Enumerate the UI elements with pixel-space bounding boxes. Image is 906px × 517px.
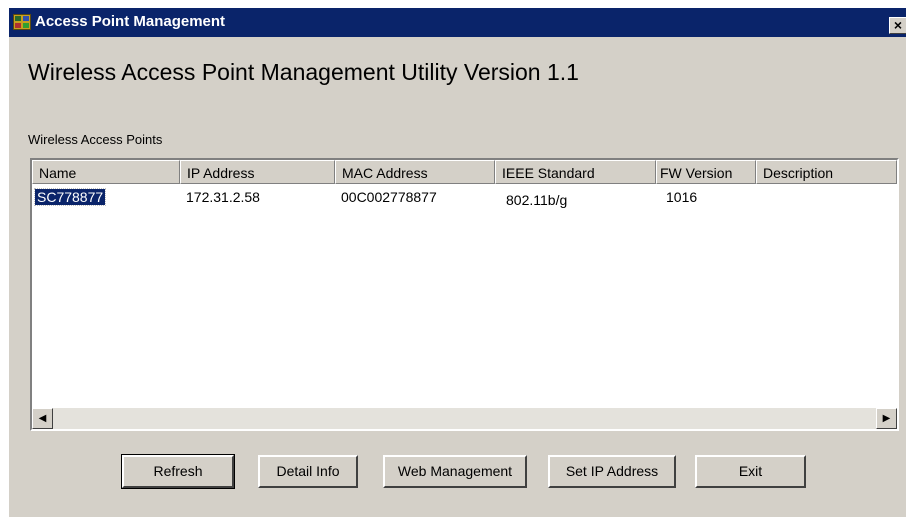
app-icon <box>13 14 31 30</box>
cell-mac-address: 00C002778877 <box>341 189 437 205</box>
table-row[interactable]: SC778877 172.31.2.58 00C002778877 802.11… <box>32 186 897 208</box>
exit-button[interactable]: Exit <box>695 455 806 488</box>
scroll-left-button[interactable]: ◀ <box>32 408 53 429</box>
app-window: Access Point Management × Wireless Acces… <box>8 7 906 517</box>
scroll-right-button[interactable]: ▶ <box>876 408 897 429</box>
close-button[interactable]: × <box>889 17 906 34</box>
detail-info-button[interactable]: Detail Info <box>258 455 358 488</box>
column-header-description[interactable]: Description <box>756 160 897 184</box>
cell-name[interactable]: SC778877 <box>33 188 107 206</box>
column-header-ip-address[interactable]: IP Address <box>180 160 335 184</box>
horizontal-scrollbar[interactable]: ◀ ▶ <box>32 408 897 429</box>
access-point-list[interactable]: Name IP Address MAC Address IEEE Standar… <box>30 158 899 431</box>
title-bar[interactable]: Access Point Management × <box>9 8 906 37</box>
web-management-button[interactable]: Web Management <box>383 455 527 488</box>
cell-ip-address: 172.31.2.58 <box>186 189 260 205</box>
page-heading: Wireless Access Point Management Utility… <box>28 59 579 85</box>
arrow-left-icon: ◀ <box>38 413 47 424</box>
column-header-name[interactable]: Name <box>32 160 180 184</box>
column-header-fw-version[interactable]: FW Version <box>656 160 756 184</box>
set-ip-address-button[interactable]: Set IP Address <box>548 455 676 488</box>
refresh-button[interactable]: Refresh <box>121 454 235 489</box>
close-icon: × <box>893 17 903 33</box>
cell-ieee-standard: 802.11b/g <box>506 192 568 208</box>
column-header-ieee-standard[interactable]: IEEE Standard <box>495 160 656 184</box>
window-title: Access Point Management <box>35 13 226 30</box>
arrow-right-icon: ▶ <box>882 413 891 424</box>
access-points-label: Wireless Access Points <box>28 132 163 147</box>
column-header-mac-address[interactable]: MAC Address <box>335 160 495 184</box>
list-header: Name IP Address MAC Address IEEE Standar… <box>32 160 897 184</box>
cell-fw-version: 1016 <box>666 189 698 205</box>
